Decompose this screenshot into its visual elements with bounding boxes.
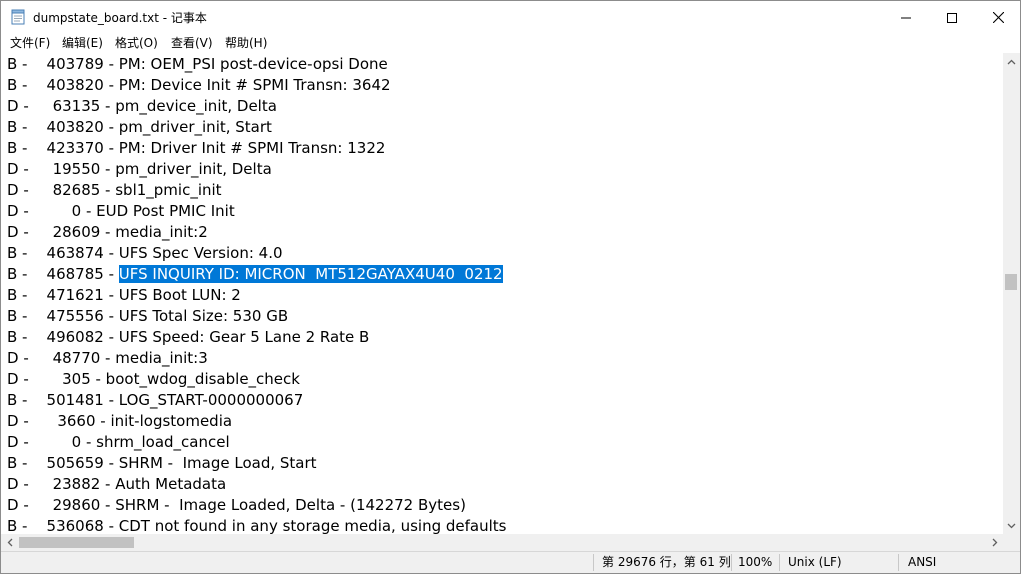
scroll-up-icon[interactable] [1003, 53, 1020, 70]
menu-edit[interactable]: 编辑(E) [61, 34, 104, 52]
text-line: D - 23882 - Auth Metadata [7, 475, 227, 493]
line-ending: Unix (LF) [788, 555, 842, 569]
text-line: D - 0 - EUD Post PMIC Init [7, 202, 235, 220]
text-line: B - 501481 - LOG_START-0000000067 [7, 391, 304, 409]
window-title: dumpstate_board.txt - 记事本 [33, 11, 207, 25]
cursor-position: 第 29676 行，第 61 列 [602, 555, 731, 569]
horizontal-scroll-thumb[interactable] [19, 537, 134, 548]
text-line: D - 29860 - SHRM - Image Loaded, Delta -… [7, 496, 466, 514]
text-line: D - 63135 - pm_device_init, Delta [7, 97, 277, 115]
menu-format[interactable]: 格式(O) [114, 34, 159, 52]
scroll-right-icon[interactable] [986, 534, 1003, 551]
text-line: B - 423370 - PM: Driver Init # SPMI Tran… [7, 139, 386, 157]
scroll-down-icon[interactable] [1003, 517, 1020, 534]
text-line: D - 82685 - sbl1_pmic_init [7, 181, 222, 199]
text-line: B - 536068 - CDT not found in any storag… [7, 517, 507, 534]
encoding: ANSI [908, 555, 937, 569]
maximize-button[interactable] [929, 1, 975, 33]
status-divider [898, 554, 899, 571]
scrollbar-corner [1003, 534, 1020, 551]
minimize-button[interactable] [883, 1, 929, 33]
menu-help[interactable]: 帮助(H) [224, 34, 268, 52]
zoom-level: 100% [738, 555, 773, 569]
text-editor[interactable]: B - 403789 - PM: OEM_PSI post-device-ops… [1, 53, 1003, 534]
minimize-icon [901, 8, 911, 27]
status-divider [731, 554, 732, 571]
text-line: B - 475556 - UFS Total Size: 530 GB [7, 307, 289, 325]
text-line: B - 496082 - UFS Speed: Gear 5 Lane 2 Ra… [7, 328, 370, 346]
close-button[interactable] [975, 1, 1021, 33]
title-bar[interactable]: dumpstate_board.txt - 记事本 [1, 1, 1020, 33]
text-line: D - 19550 - pm_driver_init, Delta [7, 160, 272, 178]
text-line: B - 505659 - SHRM - Image Load, Start [7, 454, 317, 472]
text-line: B - 403820 - pm_driver_init, Start [7, 118, 272, 136]
vertical-scroll-thumb[interactable] [1005, 274, 1017, 290]
status-bar: 第 29676 行，第 61 列 100% Unix (LF) ANSI [1, 551, 1020, 573]
text-line: B - 403789 - PM: OEM_PSI post-device-ops… [7, 55, 388, 73]
text-line: B - 403820 - PM: Device Init # SPMI Tran… [7, 76, 391, 94]
vertical-scrollbar[interactable] [1003, 53, 1020, 534]
text-line: B - 471621 - UFS Boot LUN: 2 [7, 286, 241, 304]
menu-bar: 文件(F) 编辑(E) 格式(O) 查看(V) 帮助(H) [1, 33, 1020, 53]
menu-file[interactable]: 文件(F) [9, 34, 51, 52]
text-line: D - 305 - boot_wdog_disable_check [7, 370, 300, 388]
text-line: D - 28609 - media_init:2 [7, 223, 208, 241]
text-lines: B - 403789 - PM: OEM_PSI post-device-ops… [7, 54, 506, 534]
text-line: D - 48770 - media_init:3 [7, 349, 208, 367]
menu-view[interactable]: 查看(V) [170, 34, 214, 52]
text-line: B - 463874 - UFS Spec Version: 4.0 [7, 244, 283, 262]
notepad-icon [11, 9, 25, 25]
notepad-window: dumpstate_board.txt - 记事本 文件(F) 编辑(E) 格式… [0, 0, 1021, 574]
text-line-selected: B - 468785 - UFS INQUIRY ID: MICRON MT51… [7, 264, 506, 285]
text-line: D - 3660 - init-logstomedia [7, 412, 233, 430]
scroll-left-icon[interactable] [1, 534, 18, 551]
line-prefix: B - 468785 - [7, 265, 119, 283]
status-divider [593, 554, 594, 571]
maximize-icon [947, 8, 957, 27]
horizontal-scrollbar[interactable] [1, 534, 1003, 551]
text-line: D - 0 - shrm_load_cancel [7, 433, 230, 451]
status-divider [779, 554, 780, 571]
close-icon [992, 8, 1004, 27]
selected-text[interactable]: UFS INQUIRY ID: MICRON MT512GAYAX4U40 02… [118, 265, 503, 283]
